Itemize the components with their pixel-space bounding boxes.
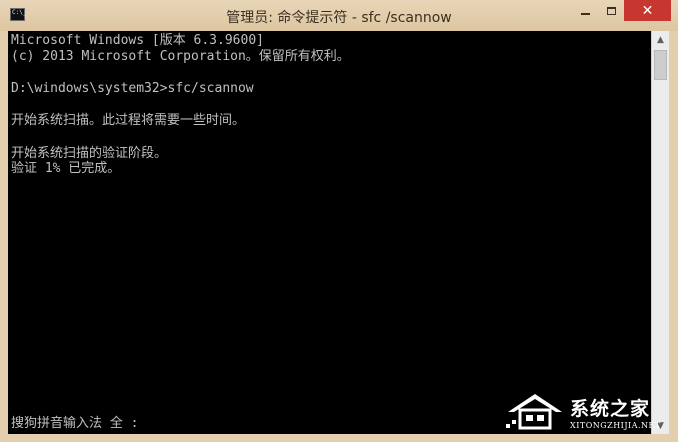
watermark-title: 系统之家 <box>570 398 651 420</box>
scroll-thumb[interactable] <box>654 50 667 80</box>
console-line-copyright: (c) 2013 Microsoft Corporation。保留所有权利。 <box>11 49 350 64</box>
console-line-scan-start: 开始系统扫描。此过程将需要一些时间。 <box>11 113 246 128</box>
scroll-up-button[interactable]: ▲ <box>652 31 669 48</box>
console-line-verify-phase: 开始系统扫描的验证阶段。 <box>11 146 168 161</box>
console-line-version: Microsoft Windows [版本 6.3.9600] <box>11 33 264 48</box>
minimize-button[interactable] <box>572 0 598 21</box>
console-line-progress: 验证 1% 已完成。 <box>11 161 121 176</box>
house-logo-icon <box>506 394 562 430</box>
console-line-command: D:\windows\system32>sfc/scannow <box>11 81 254 96</box>
maximize-icon <box>606 6 616 15</box>
chevron-up-icon: ▲ <box>657 34 664 45</box>
ime-status-bar: 搜狗拼音输入法 全 : <box>11 416 139 431</box>
close-icon: ✕ <box>641 2 654 19</box>
watermark-subtitle: XITONGZHIJIA.NET <box>570 421 661 430</box>
watermark: 系统之家 XITONGZHIJIA.NET <box>502 388 672 436</box>
title-bar[interactable]: C:\_ 管理员: 命令提示符 - sfc /scannow ✕ <box>0 0 678 31</box>
close-button[interactable]: ✕ <box>624 0 671 21</box>
cmd-window: C:\_ 管理员: 命令提示符 - sfc /scannow ✕ Microso… <box>0 0 678 442</box>
minimize-icon <box>580 12 590 15</box>
maximize-button[interactable] <box>598 0 624 21</box>
console-output[interactable]: Microsoft Windows [版本 6.3.9600] (c) 2013… <box>8 31 651 434</box>
vertical-scrollbar[interactable]: ▲ ▼ <box>651 31 669 434</box>
